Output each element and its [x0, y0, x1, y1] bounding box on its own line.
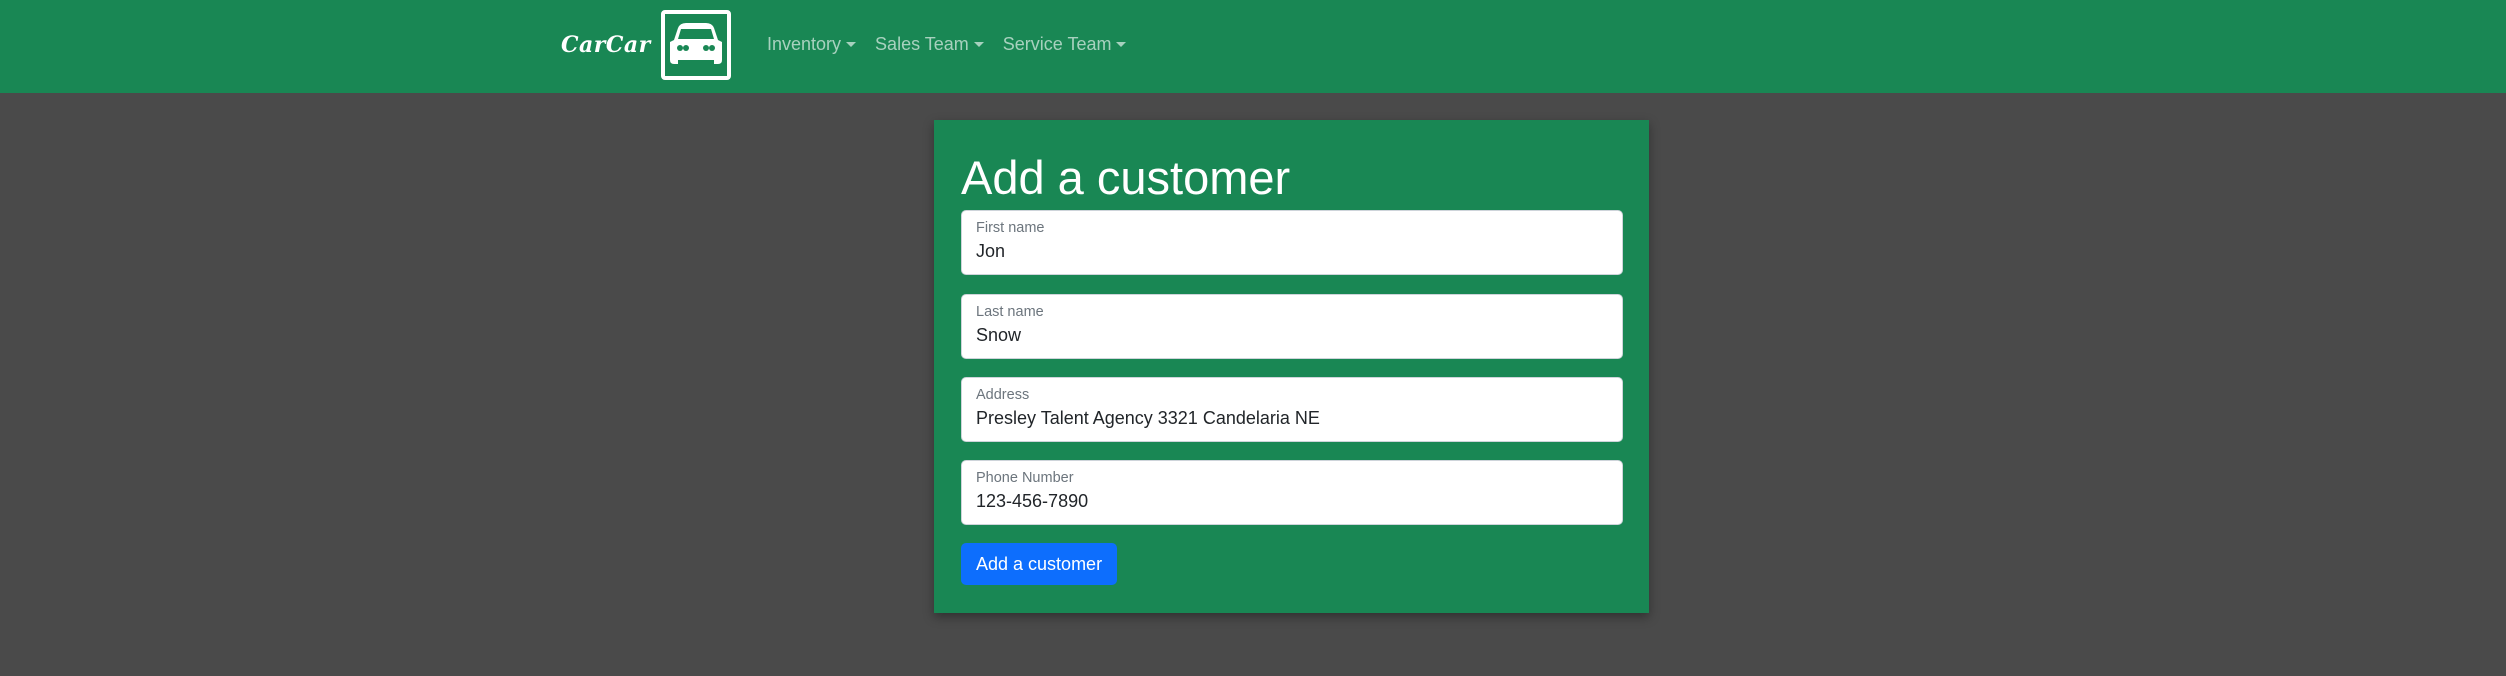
add-customer-card: Add a customer First name Last name Addr…	[934, 120, 1649, 613]
last-name-input[interactable]	[976, 325, 1608, 347]
nav-links: Inventory Sales Team Service Team	[767, 0, 1145, 89]
phone-number-input[interactable]	[976, 491, 1608, 513]
brand-name: CarCar	[561, 32, 651, 58]
add-customer-button[interactable]: Add a customer	[961, 543, 1118, 585]
nav-inventory-label: Inventory	[767, 34, 842, 54]
last-name-label: Last name	[976, 304, 1044, 320]
first-name-input[interactable]	[976, 241, 1608, 263]
nav-dropdown-sales-team[interactable]: Sales Team	[875, 34, 984, 55]
car-front-icon	[660, 10, 731, 80]
first-name-field[interactable]: First name	[961, 210, 1623, 275]
nav-service-team-label: Service Team	[1002, 34, 1112, 54]
caret-down-icon	[846, 42, 857, 47]
page-title: Add a customer	[961, 151, 1291, 204]
address-input[interactable]	[976, 408, 1608, 430]
caret-down-icon	[973, 42, 984, 47]
nav-dropdown-inventory[interactable]: Inventory	[767, 34, 857, 55]
brand-link[interactable]: CarCar	[561, 10, 731, 80]
last-name-field[interactable]: Last name	[961, 294, 1623, 359]
nav-sales-team-label: Sales Team	[875, 34, 969, 54]
phone-number-label: Phone Number	[976, 470, 1074, 486]
address-label: Address	[976, 387, 1030, 403]
first-name-label: First name	[976, 220, 1045, 236]
address-field[interactable]: Address	[961, 377, 1623, 442]
nav-dropdown-service-team[interactable]: Service Team	[1003, 34, 1127, 55]
phone-number-field[interactable]: Phone Number	[961, 460, 1623, 525]
caret-down-icon	[1116, 42, 1127, 47]
navbar: CarCar Inventory Sales Team Service Team	[0, 0, 2506, 93]
